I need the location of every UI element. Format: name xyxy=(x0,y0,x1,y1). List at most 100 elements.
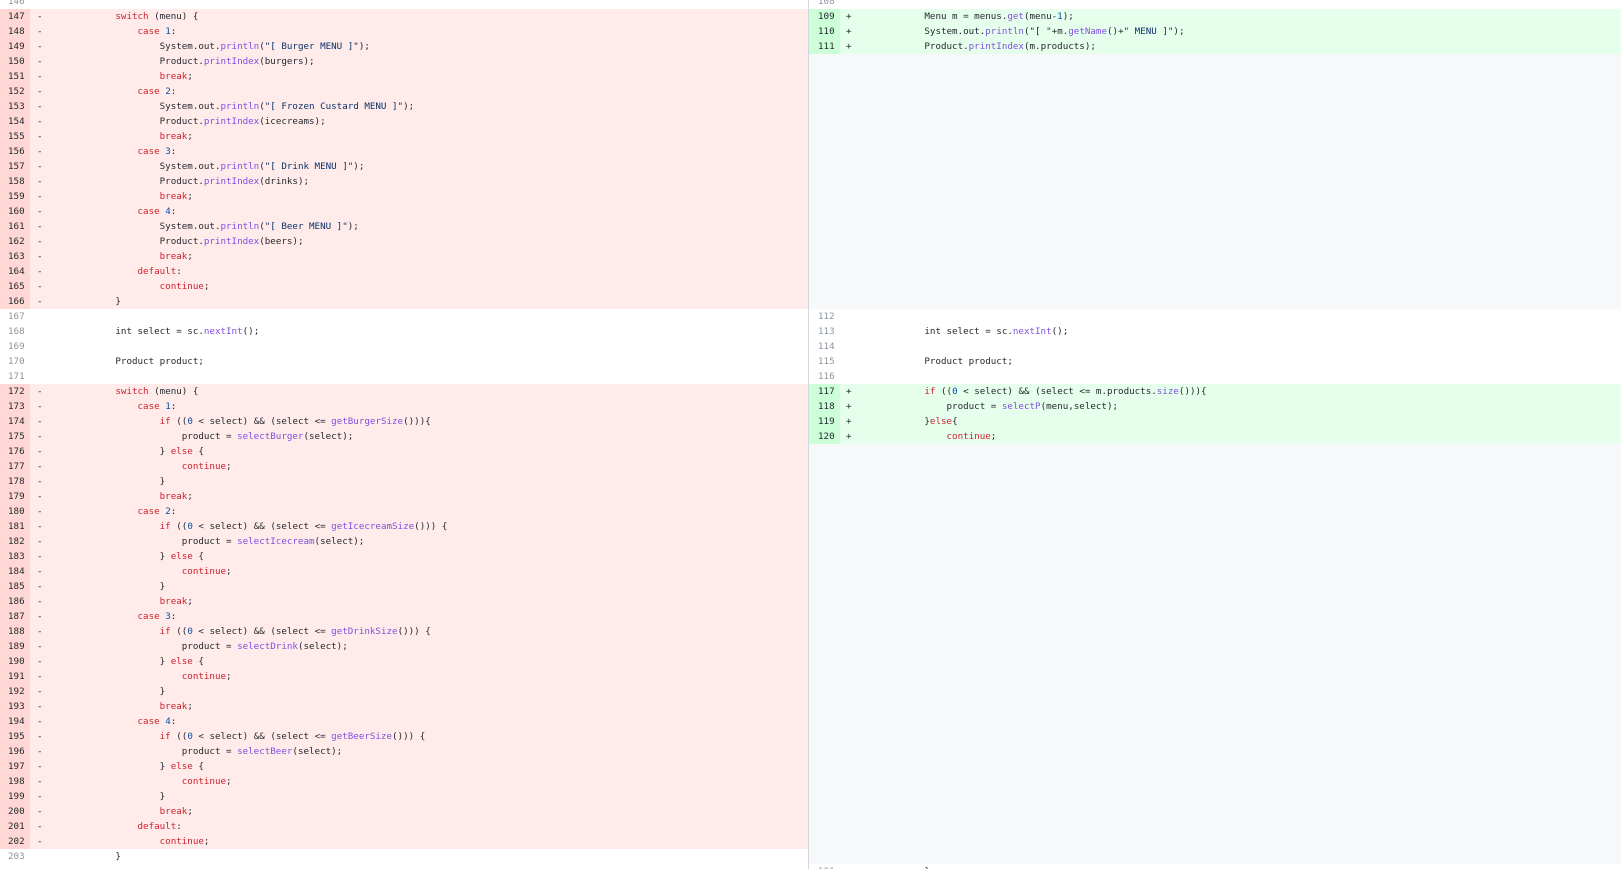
line-number[interactable]: 158 xyxy=(0,174,30,189)
line-number[interactable]: 194 xyxy=(0,714,30,729)
line-number[interactable]: 156 xyxy=(0,144,30,159)
line-number[interactable]: 190 xyxy=(0,654,30,669)
line-number[interactable]: 151 xyxy=(0,69,30,84)
code-text: } xyxy=(49,294,808,309)
line-number[interactable]: 161 xyxy=(0,219,30,234)
line-number[interactable]: 183 xyxy=(0,549,30,564)
removed-line: 166- } xyxy=(0,294,808,309)
line-number[interactable]: 111 xyxy=(809,39,840,54)
line-number[interactable]: 166 xyxy=(0,294,30,309)
code-token: Product. xyxy=(858,41,969,52)
line-number[interactable]: 121 xyxy=(809,864,840,869)
line-number[interactable]: 201 xyxy=(0,819,30,834)
line-number xyxy=(809,579,840,594)
line-number[interactable]: 167 xyxy=(0,309,30,324)
line-number[interactable]: 176 xyxy=(0,444,30,459)
line-number[interactable]: 187 xyxy=(0,609,30,624)
line-number[interactable]: 168 xyxy=(0,324,30,339)
line-number[interactable]: 184 xyxy=(0,564,30,579)
line-number xyxy=(809,729,840,744)
line-number[interactable]: 159 xyxy=(0,189,30,204)
line-number[interactable]: 165 xyxy=(0,279,30,294)
line-number[interactable]: 174 xyxy=(0,414,30,429)
line-number[interactable]: 154 xyxy=(0,114,30,129)
removed-marker: - xyxy=(37,236,43,247)
line-number[interactable]: 117 xyxy=(809,384,840,399)
line-number[interactable]: 146 xyxy=(0,0,30,9)
line-number[interactable]: 195 xyxy=(0,729,30,744)
line-number[interactable]: 115 xyxy=(809,354,840,369)
line-number[interactable]: 155 xyxy=(0,129,30,144)
line-number[interactable]: 114 xyxy=(809,339,840,354)
code-token: (( xyxy=(170,731,188,742)
line-number[interactable]: 108 xyxy=(809,0,840,9)
line-number[interactable]: 150 xyxy=(0,54,30,69)
line-number[interactable]: 199 xyxy=(0,789,30,804)
line-number[interactable]: 148 xyxy=(0,24,30,39)
line-number xyxy=(809,459,840,474)
line-number[interactable]: 172 xyxy=(0,384,30,399)
line-number[interactable]: 196 xyxy=(0,744,30,759)
line-number[interactable]: 160 xyxy=(0,204,30,219)
line-number[interactable]: 189 xyxy=(0,639,30,654)
function-token: selectBurger xyxy=(237,431,304,442)
line-number[interactable]: 113 xyxy=(809,324,840,339)
line-number[interactable]: 149 xyxy=(0,39,30,54)
line-number[interactable]: 119 xyxy=(809,414,840,429)
line-number[interactable]: 152 xyxy=(0,84,30,99)
code-text: System.out.println("[ Drink MENU ]"); xyxy=(49,159,808,174)
line-number[interactable]: 112 xyxy=(809,309,840,324)
line-number[interactable]: 198 xyxy=(0,774,30,789)
line-number[interactable]: 163 xyxy=(0,249,30,264)
line-number[interactable]: 170 xyxy=(0,354,30,369)
line-number[interactable]: 179 xyxy=(0,489,30,504)
line-number[interactable]: 116 xyxy=(809,369,840,384)
line-number[interactable]: 147 xyxy=(0,9,30,24)
empty-filler-line xyxy=(809,204,1621,219)
line-number[interactable]: 157 xyxy=(0,159,30,174)
line-number[interactable]: 118 xyxy=(809,399,840,414)
line-number[interactable]: 185 xyxy=(0,579,30,594)
line-number[interactable]: 182 xyxy=(0,534,30,549)
code-token: System.out. xyxy=(49,101,221,112)
line-number[interactable]: 180 xyxy=(0,504,30,519)
empty-filler-line xyxy=(809,444,1621,459)
empty-filler-line xyxy=(809,114,1621,129)
empty-filler-line xyxy=(809,69,1621,84)
line-number[interactable]: 200 xyxy=(0,804,30,819)
line-number[interactable]: 197 xyxy=(0,759,30,774)
line-number[interactable]: 202 xyxy=(0,834,30,849)
line-number xyxy=(809,84,840,99)
line-number[interactable]: 169 xyxy=(0,339,30,354)
line-number[interactable]: 175 xyxy=(0,429,30,444)
line-number[interactable]: 186 xyxy=(0,594,30,609)
context-line: 116 xyxy=(809,369,1621,384)
code-token: } xyxy=(49,761,171,772)
context-line: 146 xyxy=(0,0,808,9)
line-number[interactable]: 193 xyxy=(0,699,30,714)
line-number[interactable]: 178 xyxy=(0,474,30,489)
line-number[interactable]: 109 xyxy=(809,9,840,24)
line-number[interactable]: 188 xyxy=(0,624,30,639)
line-number[interactable]: 153 xyxy=(0,99,30,114)
line-number[interactable]: 181 xyxy=(0,519,30,534)
line-number[interactable]: 110 xyxy=(809,24,840,39)
line-number[interactable]: 162 xyxy=(0,234,30,249)
line-number[interactable]: 171 xyxy=(0,369,30,384)
line-number[interactable]: 203 xyxy=(0,849,30,864)
added-marker: + xyxy=(846,416,852,427)
line-number[interactable]: 191 xyxy=(0,669,30,684)
code-token: (icecreams); xyxy=(259,116,326,127)
line-number[interactable]: 173 xyxy=(0,399,30,414)
line-number[interactable]: 177 xyxy=(0,459,30,474)
code-token: Product product; xyxy=(858,356,1013,367)
line-number[interactable]: 164 xyxy=(0,264,30,279)
line-number[interactable]: 120 xyxy=(809,429,840,444)
line-number[interactable]: 192 xyxy=(0,684,30,699)
